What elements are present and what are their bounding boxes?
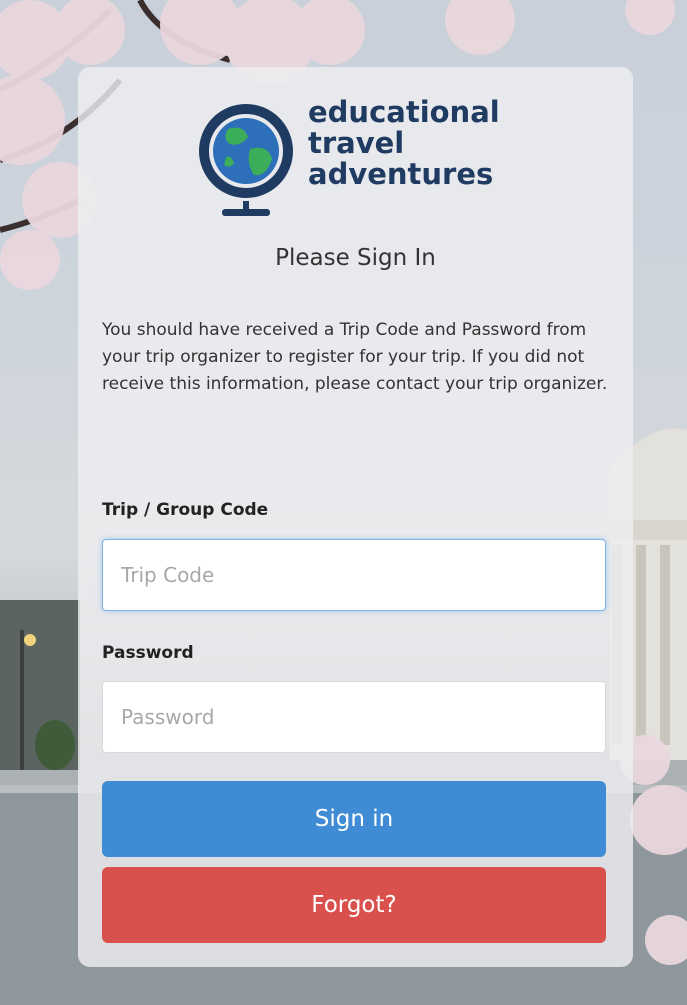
- trip-code-label: Trip / Group Code: [102, 500, 269, 520]
- brand-line-1: educational: [308, 95, 500, 129]
- forgot-button[interactable]: Forgot?: [102, 867, 606, 943]
- login-card: educational travel adventures Please Sig…: [78, 67, 633, 967]
- sign-in-button[interactable]: Sign in: [102, 781, 606, 857]
- brand-line-3: adventures: [308, 157, 494, 191]
- brand-name: educational travel adventures: [308, 97, 500, 190]
- password-label: Password: [102, 643, 194, 663]
- trip-code-input[interactable]: [102, 539, 606, 611]
- page-title: Please Sign In: [275, 245, 436, 271]
- password-input[interactable]: [102, 681, 606, 753]
- brand-line-2: travel: [308, 126, 405, 160]
- intro-text: You should have received a Trip Code and…: [102, 320, 608, 394]
